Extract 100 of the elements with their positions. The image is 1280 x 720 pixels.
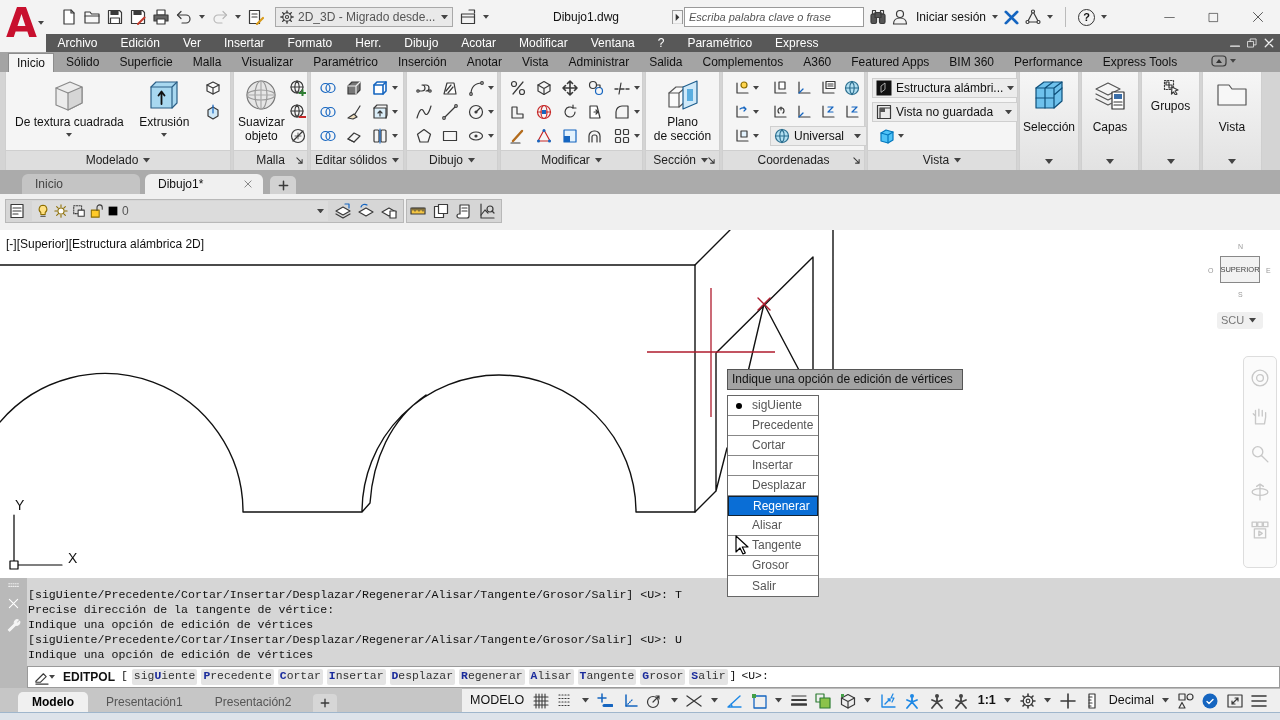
spline-icon[interactable] [416, 104, 432, 120]
figure-icon[interactable] [928, 692, 945, 709]
linked-circles-icon[interactable] [588, 80, 604, 96]
menu-item[interactable]: Edición [109, 35, 172, 51]
maximize-icon[interactable] [1208, 11, 1219, 23]
caret-icon[interactable] [710, 698, 718, 703]
axes-sheet-icon[interactable] [772, 80, 788, 96]
viewport-controls-label[interactable]: [-][Superior][Estructura alámbrica 2D] [6, 237, 205, 252]
caret-icon[interactable] [1047, 15, 1054, 19]
caret-icon[interactable] [441, 14, 448, 20]
axes-rotate-icon[interactable] [772, 104, 788, 120]
slashed-circle-icon[interactable] [289, 128, 306, 144]
caret-icon[interactable] [775, 698, 783, 703]
units-button[interactable]: Decimal [1108, 693, 1154, 708]
globe-icon[interactable] [774, 128, 790, 144]
chart-magnifier-icon[interactable] [479, 203, 495, 219]
caret-icon[interactable] [1228, 159, 1236, 164]
caret-icon[interactable] [37, 21, 44, 25]
ribbon-tab[interactable]: Visualizar [233, 53, 302, 72]
sheet-stack-icon[interactable] [433, 203, 449, 219]
command-option[interactable]: Desplazar [389, 669, 456, 685]
caret-icon[interactable] [317, 208, 324, 214]
globe-minus-icon[interactable] [289, 104, 306, 120]
box-icon[interactable] [205, 80, 221, 96]
grip-dots-icon[interactable] [6, 582, 21, 589]
percent-scale-icon[interactable] [510, 80, 526, 96]
ribbon-panel-button[interactable]: Vista [1202, 72, 1262, 170]
caret-icon[interactable] [1249, 318, 1257, 323]
ribbon-tab[interactable]: Complementos [694, 53, 792, 72]
caret-icon[interactable] [392, 86, 398, 90]
triangle-nodes-icon[interactable] [1025, 9, 1042, 25]
command-option[interactable]: Insertar [326, 669, 386, 685]
pentagon-icon[interactable] [416, 128, 432, 144]
undo-arrow-icon[interactable] [176, 9, 192, 25]
ribbon-tab[interactable]: Salida [641, 53, 691, 72]
caret-icon[interactable] [392, 134, 398, 138]
menu-item[interactable]: Insertar [212, 35, 277, 51]
line-icon[interactable] [442, 104, 458, 120]
menu-item[interactable]: Express [763, 35, 830, 51]
new-tab-button[interactable] [270, 176, 296, 194]
launcher-arrow-icon[interactable] [853, 157, 860, 164]
layout-tab[interactable]: Presentación1 [92, 692, 197, 712]
launcher-arrow-icon[interactable] [296, 157, 303, 164]
command-option[interactable]: Tangente [577, 669, 637, 685]
caret-icon[interactable] [898, 134, 904, 138]
sign-in-button[interactable]: Iniciar sesión [916, 9, 987, 25]
dashed-selection-pointer-icon[interactable] [1162, 79, 1179, 95]
caret-icon[interactable] [634, 86, 640, 90]
ribbon-panel-button[interactable]: Selección [1019, 72, 1079, 170]
ribbon-tab[interactable]: Featured Apps [843, 53, 938, 72]
panel-title[interactable]: Modelado [85, 153, 151, 168]
ribbon-tab[interactable]: Administrar [560, 53, 638, 72]
caret-icon[interactable] [701, 158, 708, 163]
box-arrow-icon[interactable] [205, 104, 221, 120]
ucs-dropdown[interactable]: SCU [1217, 312, 1263, 329]
caret-icon[interactable] [864, 698, 872, 703]
model-space-button[interactable]: MODELO [470, 693, 525, 708]
command-option[interactable]: Grosor [640, 669, 686, 685]
floppy-disk-pen-icon[interactable] [130, 9, 146, 25]
close-icon[interactable] [1252, 11, 1264, 23]
folder-icon[interactable] [84, 9, 100, 25]
mesh-sphere-icon[interactable] [245, 79, 278, 111]
figure-icon[interactable] [953, 692, 970, 709]
split-bars-icon[interactable] [372, 128, 388, 144]
caret-icon[interactable] [392, 110, 398, 114]
axes-icon[interactable] [796, 104, 812, 120]
caret-icon[interactable] [143, 158, 151, 163]
brush-icon[interactable] [510, 128, 526, 144]
ribbon-tab[interactable]: Anotar [458, 53, 510, 72]
scale-squares-icon[interactable] [562, 128, 578, 144]
caret-icon[interactable] [954, 158, 962, 163]
rounded-corner-icon[interactable] [614, 104, 630, 120]
caret-icon[interactable] [854, 133, 861, 139]
command-option[interactable]: Precedente [201, 669, 274, 685]
grid-squares-icon[interactable] [614, 128, 630, 144]
window-icon[interactable] [460, 9, 476, 25]
gear-icon[interactable] [280, 10, 294, 24]
layer-properties-icon[interactable] [9, 203, 25, 219]
ribbon-panel-button[interactable]: Capas [1081, 72, 1139, 170]
caret-icon[interactable] [468, 158, 475, 163]
plus-icon[interactable] [277, 179, 289, 191]
overlapping-circles-icon[interactable] [320, 128, 336, 144]
arc-points-icon[interactable] [468, 80, 484, 96]
target-sphere-icon[interactable] [536, 104, 552, 120]
caret-icon[interactable] [634, 110, 640, 114]
axes-tick-icon[interactable] [844, 104, 860, 120]
rectangle-icon[interactable] [442, 128, 458, 144]
caret-icon[interactable] [199, 15, 205, 19]
caret-icon[interactable] [488, 86, 494, 90]
new-layout-button[interactable] [313, 694, 338, 712]
command-option[interactable]: sigUiente [131, 669, 198, 685]
layers-curved-arrow-icon[interactable] [358, 203, 374, 219]
menu-item[interactable]: ? [646, 35, 676, 51]
globe-icon[interactable] [844, 80, 860, 96]
circle-radius-icon[interactable] [468, 104, 484, 120]
search-field[interactable]: Escriba palabra clave o frase [684, 7, 864, 27]
box-outline-icon[interactable] [372, 80, 388, 96]
caret-icon[interactable] [1005, 109, 1012, 115]
caret-icon[interactable] [581, 698, 589, 703]
view-frame-icon[interactable] [876, 104, 892, 120]
